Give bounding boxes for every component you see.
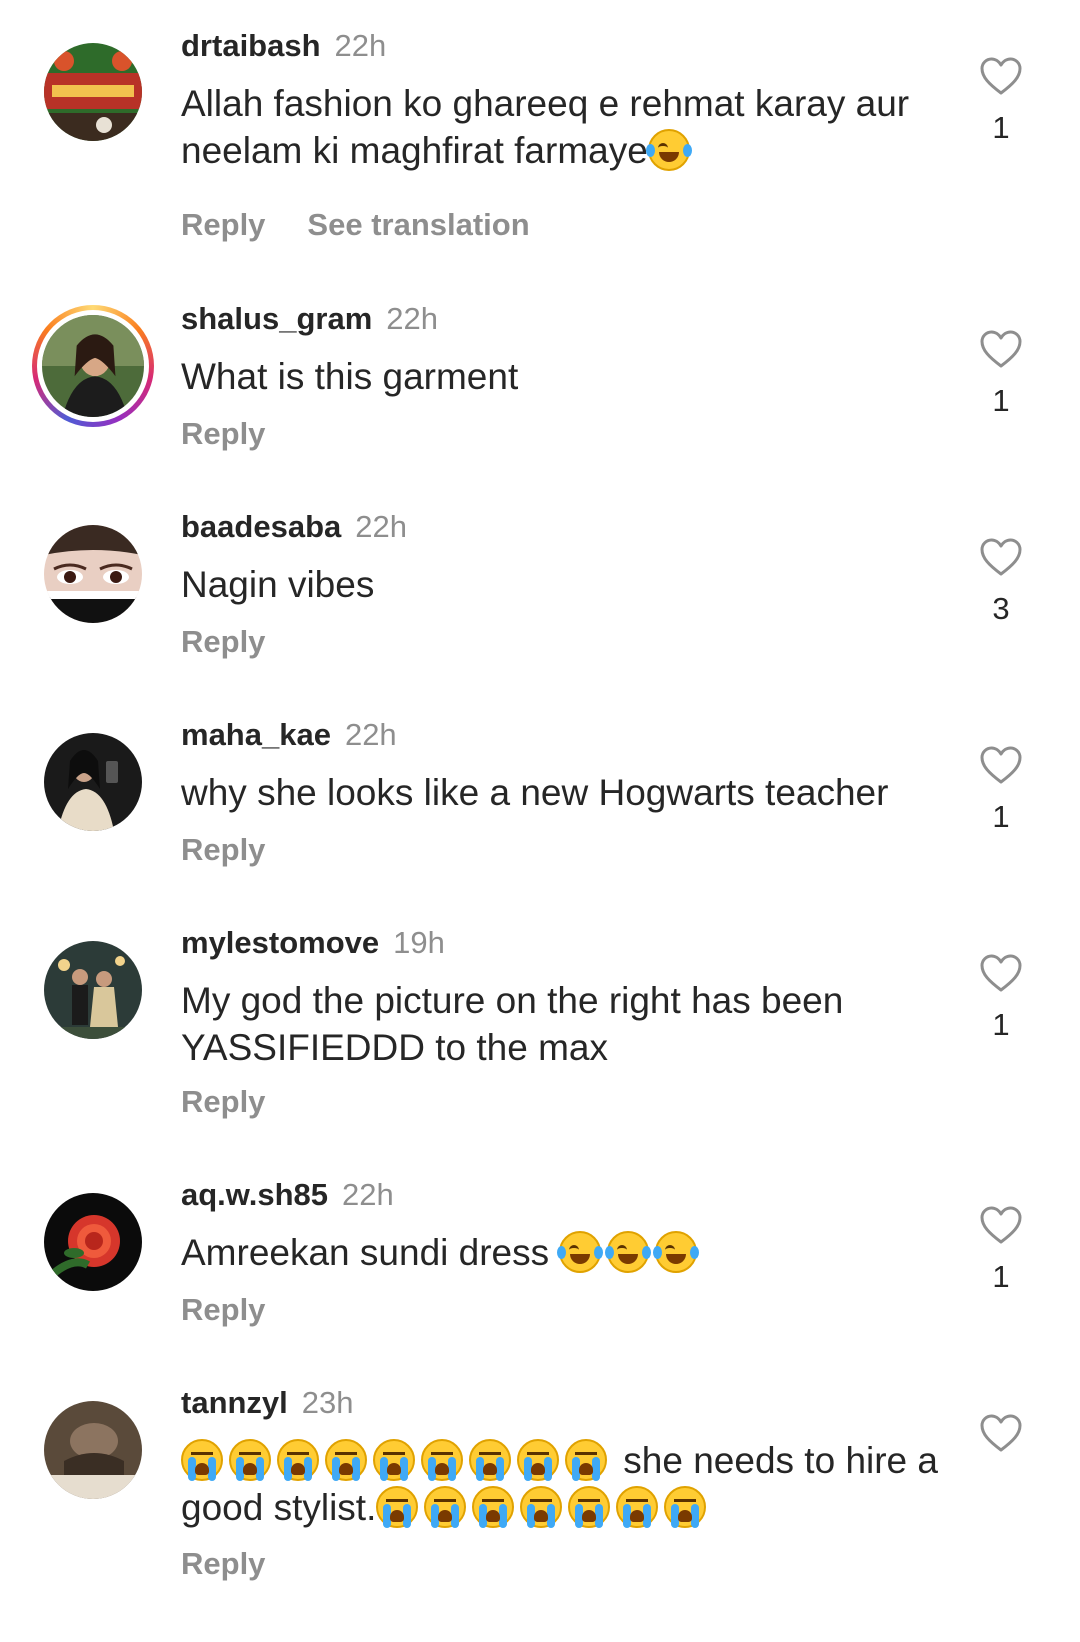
see-translation-button[interactable]: See translation (307, 207, 529, 242)
comment-actions: Reply (181, 624, 307, 660)
like-control: 1 (978, 329, 1024, 419)
comment-text: Allah fashion ko ghareeq e rehmat karay … (181, 80, 941, 174)
username[interactable]: tannzyl (181, 1385, 288, 1420)
reply-button[interactable]: Reply (181, 1084, 265, 1119)
like-control: 1 (978, 745, 1024, 835)
reply-button[interactable]: Reply (181, 624, 265, 659)
crying-emoji-icon (376, 1486, 419, 1528)
avatar-image (42, 315, 144, 417)
comment-actions: Reply See translation (181, 207, 572, 243)
avatar[interactable] (44, 525, 142, 623)
timestamp: 22h (342, 1177, 394, 1212)
crying-emoji-icon (325, 1439, 367, 1481)
avatar-image (44, 733, 142, 831)
avatar[interactable] (44, 43, 142, 141)
heart-icon[interactable] (979, 1413, 1023, 1453)
like-control: 1 (978, 1205, 1024, 1295)
avatar-image (44, 525, 142, 623)
avatar[interactable] (44, 733, 142, 831)
reply-button[interactable]: Reply (181, 416, 265, 451)
avatar-image (44, 43, 142, 141)
timestamp: 22h (344, 717, 397, 752)
reply-button[interactable]: Reply (181, 1292, 265, 1327)
avatar-with-story-ring[interactable] (32, 305, 154, 427)
avatar[interactable] (44, 1193, 142, 1291)
crying-emoji-icon (229, 1439, 271, 1481)
comment-header: mylestomove 19h (181, 925, 445, 961)
comment-text: why she looks like a new Hogwarts teache… (181, 772, 889, 813)
comment-body: Allah fashion ko ghareeq e rehmat karay … (181, 83, 910, 171)
heart-icon[interactable] (979, 953, 1023, 993)
avatar-image (44, 1193, 142, 1291)
timestamp: 19h (393, 925, 445, 960)
crying-emoji-icon (469, 1439, 511, 1481)
crying-emoji-icon (520, 1486, 563, 1528)
heart-icon[interactable] (979, 1205, 1023, 1245)
crying-emoji-icon (277, 1439, 319, 1481)
comment-header: tannzyl 23h (181, 1385, 354, 1421)
heart-icon[interactable] (979, 329, 1023, 369)
avatar[interactable] (44, 941, 142, 1039)
like-control: 3 (978, 537, 1024, 627)
like-count: 1 (992, 383, 1010, 418)
laughing-emoji-icon (645, 129, 692, 171)
timestamp: 22h (334, 28, 387, 63)
reply-button[interactable]: Reply (181, 207, 265, 242)
comment-text: What is this garment (181, 356, 519, 397)
comment-header: baadesaba 22h (181, 509, 407, 545)
heart-icon[interactable] (979, 745, 1023, 785)
timestamp: 23h (301, 1385, 354, 1420)
reply-button[interactable]: Reply (181, 1546, 265, 1581)
like-control: 1 (978, 953, 1024, 1043)
like-count: 1 (992, 110, 1010, 145)
like-count: 3 (992, 591, 1010, 626)
avatar-image (44, 1401, 142, 1499)
heart-icon[interactable] (979, 537, 1023, 577)
crying-emoji-icon (664, 1486, 707, 1528)
username[interactable]: drtaibash (181, 28, 321, 63)
avatar-image (44, 941, 142, 1039)
username[interactable]: shalus_gram (181, 301, 372, 336)
like-count: 1 (992, 1007, 1010, 1042)
username[interactable]: mylestomove (181, 925, 379, 960)
crying-emoji-icon (373, 1439, 415, 1481)
comment-header: aq.w.sh85 22h (181, 1177, 394, 1213)
timestamp: 22h (386, 301, 438, 336)
like-control: 1 (978, 56, 1024, 146)
comment-actions: Reply (181, 1084, 307, 1120)
comment-header: shalus_gram 22h (181, 301, 438, 337)
crying-emoji-icon (181, 1439, 223, 1481)
comment-text: Amreekan sundi dress (181, 1229, 941, 1276)
comment-text: Nagin vibes (181, 564, 375, 605)
laughing-emoji-icon (605, 1231, 652, 1273)
like-count: 1 (992, 799, 1010, 834)
username[interactable]: maha_kae (181, 717, 331, 752)
comment-text: she needs to hire a good stylist. (181, 1437, 941, 1531)
like-count: 1 (992, 1259, 1010, 1294)
crying-emoji-icon (424, 1486, 467, 1528)
comment-actions: Reply (181, 416, 307, 452)
laughing-emoji-icon (653, 1231, 700, 1273)
comment-actions: Reply (181, 832, 307, 868)
avatar[interactable] (44, 1401, 142, 1499)
crying-emoji-icon (421, 1439, 463, 1481)
crying-emoji-icon (565, 1439, 607, 1481)
heart-icon[interactable] (979, 56, 1023, 96)
username[interactable]: aq.w.sh85 (181, 1177, 328, 1212)
crying-emoji-icon (472, 1486, 515, 1528)
comment-body: Amreekan sundi dress (181, 1232, 560, 1273)
reply-button[interactable]: Reply (181, 832, 265, 867)
timestamp: 22h (355, 509, 407, 544)
comment-text: My god the picture on the right has been… (181, 980, 844, 1068)
crying-emoji-icon (517, 1439, 559, 1481)
laughing-emoji-icon (557, 1231, 604, 1273)
like-control (978, 1413, 1024, 1453)
comment-header: drtaibash 22h (181, 28, 386, 64)
comment-actions: Reply (181, 1292, 307, 1328)
comment-actions: Reply (181, 1546, 307, 1582)
comment-header: maha_kae 22h (181, 717, 397, 753)
username[interactable]: baadesaba (181, 509, 341, 544)
crying-emoji-icon (568, 1486, 611, 1528)
crying-emoji-icon (616, 1486, 659, 1528)
